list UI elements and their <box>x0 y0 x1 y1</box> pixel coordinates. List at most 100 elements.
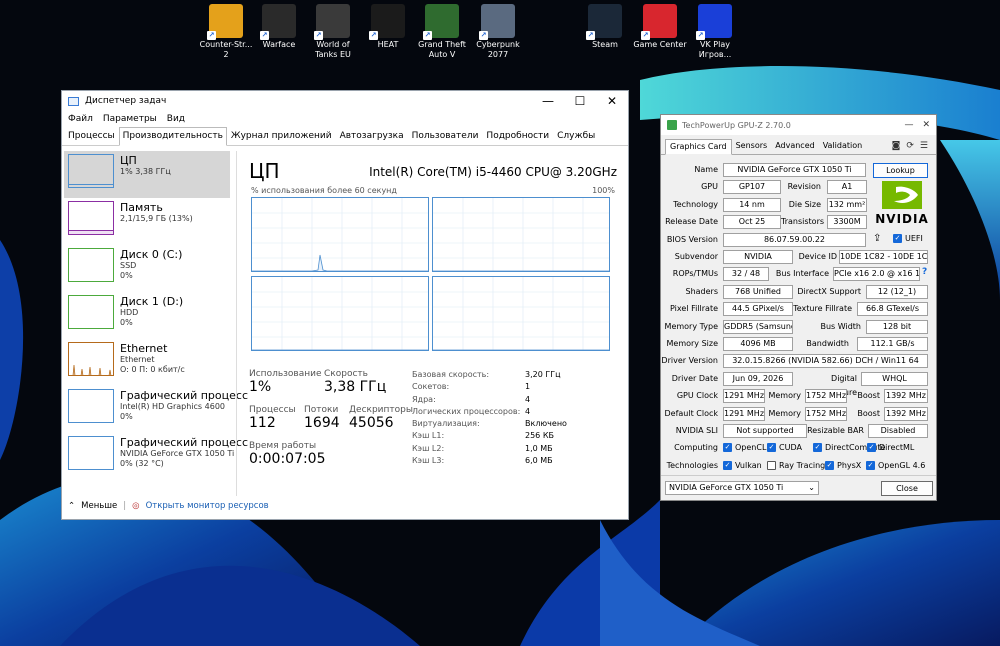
lookup-button[interactable]: Lookup <box>873 163 928 178</box>
desktop-shortcut-label: Steam <box>592 40 618 49</box>
checkbox-tech[interactable]: ✓ OpenGL 4.6 <box>866 460 925 470</box>
ethernet-thumbnail <box>68 342 114 376</box>
sidebar-item-cpu[interactable]: ЦП 1% 3,38 ГГц <box>64 151 230 198</box>
help-icon[interactable]: ? <box>922 267 927 277</box>
tab-performance[interactable]: Производительность <box>118 127 227 146</box>
threads-value: 1694 <box>304 415 340 431</box>
menu-icon[interactable]: ☰ <box>920 141 928 152</box>
field-value: 1291 MHz <box>723 389 765 404</box>
sidebar-detail: HDD <box>120 308 139 317</box>
resource-monitor-link[interactable]: Открыть монитор ресурсов <box>146 501 269 511</box>
desktop-shortcut[interactable]: ↗ Warface <box>250 4 308 50</box>
sidebar-title: Графический процесс <box>120 389 248 402</box>
field-label: Subvendor <box>674 252 718 261</box>
minimize-button[interactable]: — <box>532 94 564 108</box>
speed-label: Скорость <box>324 369 368 379</box>
checkbox-opencl[interactable]: ✓ OpenCL <box>723 443 766 453</box>
gpuz-app-icon <box>667 120 677 130</box>
menu-options[interactable]: Параметры <box>103 114 157 124</box>
gpu-select[interactable]: NVIDIA GeForce GTX 1050 Ti ⌄ <box>665 481 819 495</box>
checkbox-tech[interactable]: ✓ Vulkan <box>723 460 762 470</box>
field-value: 112.1 GB/s <box>857 337 928 351</box>
sidebar-item-gpu1[interactable]: Графический процесс NVIDIA GeForce GTX 10… <box>64 433 248 480</box>
cyberpunk-icon: ↗ <box>479 4 515 40</box>
refresh-icon[interactable]: ⟳ <box>906 141 914 152</box>
field-label: Transistors <box>781 217 825 227</box>
check-icon: ✓ <box>723 443 732 453</box>
tab-advanced[interactable]: Advanced <box>771 139 819 154</box>
field-value: 12 (12_1) <box>866 284 928 299</box>
desktop-shortcut[interactable]: ↗ VK Play Игров... <box>686 4 744 60</box>
field-label: Die Size <box>788 199 821 209</box>
checkbox-tech[interactable]: ✓ PhysX <box>825 460 861 470</box>
desktop-shortcut[interactable]: ↗ Steam <box>576 4 634 50</box>
page-title: ЦП <box>249 159 280 183</box>
close-button[interactable]: ✕ <box>596 94 628 108</box>
tab-sensors[interactable]: Sensors <box>732 139 772 154</box>
menu-file[interactable]: Файл <box>68 114 93 124</box>
tab-services[interactable]: Службы <box>553 127 599 145</box>
sidebar-item-disk0[interactable]: Диск 0 (C:) SSD 0% <box>64 245 230 292</box>
desktop-shortcut[interactable]: ↗ Game Center <box>631 4 689 50</box>
desktop-shortcut[interactable]: ↗ Grand Theft Auto V <box>413 4 471 60</box>
field-value: 32.0.15.8266 (NVIDIA 582.66) DCH / Win11… <box>723 354 928 369</box>
field-value: Disabled <box>868 424 928 438</box>
desktop-shortcut-label: World of Tanks EU <box>315 40 351 59</box>
tab-app-history[interactable]: Журнал приложений <box>227 127 336 145</box>
menu-view[interactable]: Вид <box>167 114 185 124</box>
share-icon[interactable]: ⇪ <box>873 233 881 244</box>
core-graph-2 <box>251 276 429 351</box>
checkbox-directml[interactable]: ✓ DirectML <box>867 443 914 453</box>
close-button[interactable]: ✕ <box>922 120 930 130</box>
desktop-shortcut[interactable]: ↗ HEAT <box>359 4 417 50</box>
check-icon: ✓ <box>866 460 875 470</box>
desktop-shortcut-label: Grand Theft Auto V <box>418 40 466 59</box>
sidebar-item-memory[interactable]: Память 2,1/15,9 ГБ (13%) <box>64 198 230 245</box>
uefi-check-icon: ✓ <box>893 233 902 243</box>
field-value: 1291 MHz <box>723 406 765 421</box>
performance-sidebar: ЦП 1% 3,38 ГГц Память 2,1/15,9 ГБ (13%) Ди… <box>64 151 248 480</box>
gpuz-titlebar[interactable]: TechPowerUp GPU-Z 2.70.0 — ✕ <box>661 115 936 135</box>
nvidia-logo-icon: NVIDIA <box>871 181 933 229</box>
sidebar-item-ethernet[interactable]: Ethernet Ethernet О: 0 П: 0 кбит/с <box>64 339 230 386</box>
tab-users[interactable]: Пользователи <box>408 127 483 145</box>
shortcut-arrow-icon: ↗ <box>586 31 595 40</box>
field-label: Resizable BAR <box>807 426 864 435</box>
sidebar-detail: Ethernet <box>120 355 155 364</box>
gpuz-tabs: Graphics Card Sensors Advanced Validatio… <box>661 135 936 155</box>
cpu-thumbnail <box>68 154 114 188</box>
field-label: Computing <box>674 443 718 453</box>
separator: | <box>123 501 127 511</box>
desktop-shortcut[interactable]: ↗ Cyberpunk 2077 <box>469 4 527 60</box>
close-button[interactable]: Close <box>881 481 933 496</box>
field-label: DirectX Support <box>797 286 861 296</box>
field-label: Memory Size <box>666 339 719 348</box>
checkbox-tech[interactable]: Ray Tracing <box>767 460 825 470</box>
field-label: Bus Width <box>820 321 861 331</box>
tab-processes[interactable]: Процессы <box>64 127 119 145</box>
desktop-shortcut[interactable]: ↗ World of Tanks EU <box>304 4 362 60</box>
tab-graphics-card[interactable]: Graphics Card <box>665 139 732 155</box>
detail-row: Кэш L3: 6,0 МБ <box>412 456 553 466</box>
checkbox-cuda[interactable]: ✓ CUDA <box>767 443 802 453</box>
camera-icon[interactable]: ◙ <box>892 141 901 152</box>
tab-startup[interactable]: Автозагрузка <box>336 127 408 145</box>
maximize-button[interactable]: ☐ <box>564 94 596 108</box>
fewer-details-link[interactable]: Меньше <box>81 501 117 511</box>
field-value: 132 mm² <box>827 197 867 212</box>
field-value: 3300M <box>827 215 867 230</box>
tab-details[interactable]: Подробности <box>482 127 553 145</box>
detail-row: Ядра: 4 <box>412 394 531 404</box>
desktop-shortcut[interactable]: ↗ Counter-Str... 2 <box>197 4 255 60</box>
task-manager-titlebar[interactable]: Диспетчер задач — ☐ ✕ <box>62 91 628 111</box>
uefi-checkbox: ✓ UEFI <box>893 233 923 243</box>
chevron-up-icon[interactable]: ⌃ <box>68 501 75 511</box>
cs2-icon: ↗ <box>207 4 243 40</box>
minimize-button[interactable]: — <box>904 120 913 130</box>
menu-bar: Файл Параметры Вид <box>62 111 628 127</box>
gpu-name-value: NVIDIA GeForce GTX 1050 Ti <box>723 163 866 177</box>
field-label: GPU Clock <box>676 391 718 401</box>
sidebar-item-disk1[interactable]: Диск 1 (D:) HDD 0% <box>64 292 230 339</box>
sidebar-item-gpu0[interactable]: Графический процесс Intel(R) HD Graphics … <box>64 386 248 433</box>
tab-validation[interactable]: Validation <box>819 139 867 154</box>
